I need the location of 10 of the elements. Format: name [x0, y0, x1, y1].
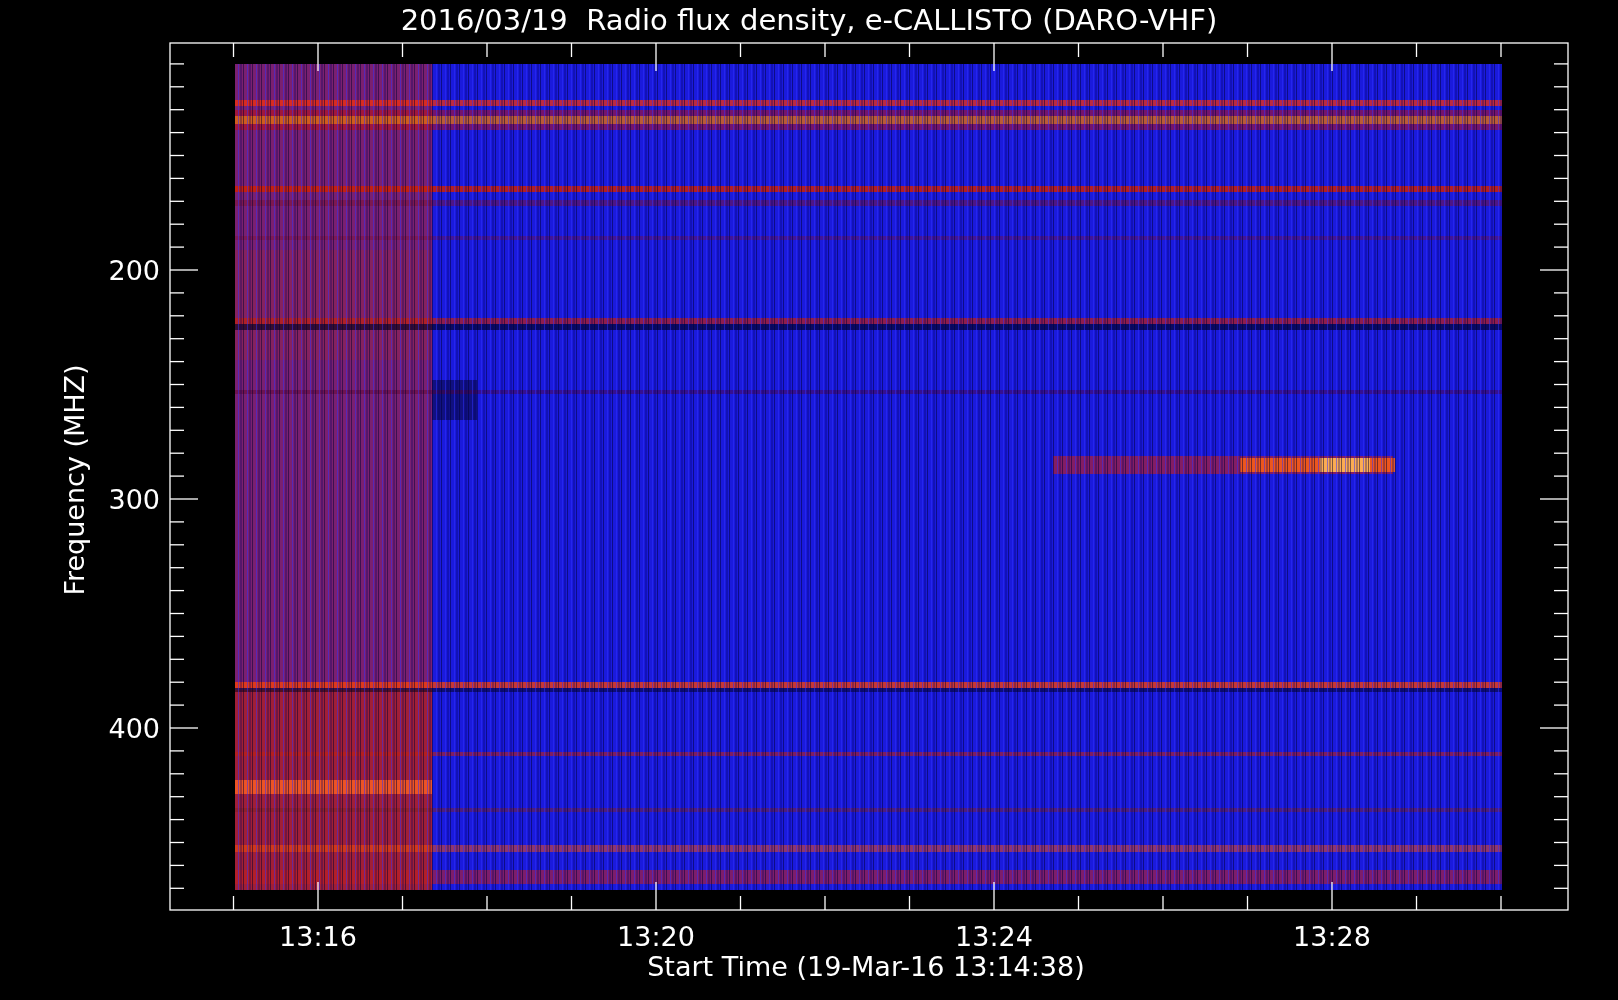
- x-tick-label: 13:28: [1293, 921, 1371, 952]
- x-tick-label: 13:24: [955, 921, 1033, 952]
- chart-title: 2016/03/19 Radio flux density, e-CALLISTO (DARO-VHF): [400, 3, 1218, 37]
- x-axis-label: Start Time (19-Mar-16 13:14:38): [647, 951, 1085, 982]
- y-tick-label: 400: [108, 713, 160, 744]
- x-tick-label: 13:20: [617, 921, 695, 952]
- y-axis-label: Frequency (MHZ): [59, 364, 90, 596]
- y-tick-label: 300: [108, 484, 160, 515]
- x-tick-label: 13:16: [279, 921, 357, 952]
- y-tick-label: 200: [108, 255, 160, 286]
